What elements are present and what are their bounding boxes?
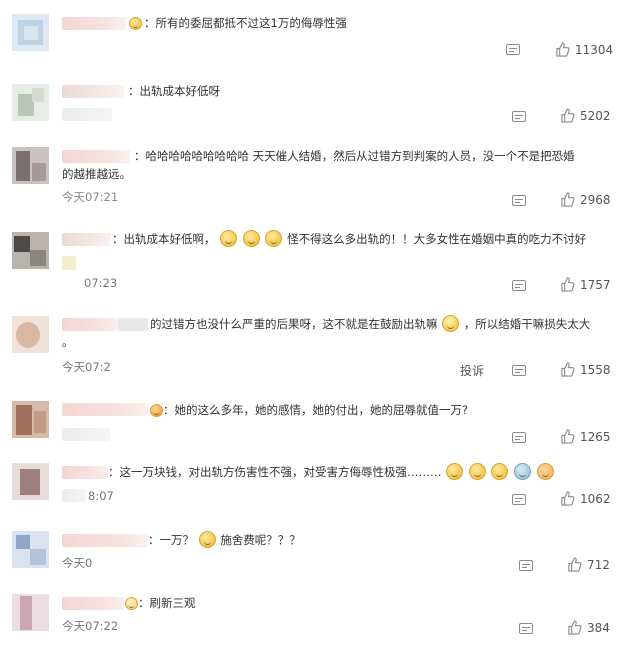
thumbs-up-icon[interactable] <box>567 620 582 635</box>
avatar[interactable] <box>12 14 49 51</box>
timestamp-blur <box>62 489 86 502</box>
thumbs-up-icon[interactable] <box>560 491 575 506</box>
smile-emoji-icon <box>125 597 138 610</box>
timestamp: 07:23 <box>84 276 118 290</box>
thumbs-up-icon[interactable] <box>560 277 575 292</box>
username[interactable] <box>62 85 124 98</box>
username[interactable] <box>62 17 126 30</box>
like-count: 712 <box>587 558 610 572</box>
thumbs-up-icon[interactable] <box>560 108 575 123</box>
timestamp <box>62 108 112 121</box>
comment-text: ：她的这么多年，她的感情，她的付出，她的屈辱就值一万? <box>163 403 469 417</box>
smile-emoji-icon <box>491 463 509 480</box>
comment-icon[interactable] <box>512 111 526 122</box>
smile-emoji-icon <box>446 463 464 480</box>
avatar[interactable] <box>12 531 49 568</box>
like-count: 11304 <box>575 43 614 57</box>
like-count: 2968 <box>580 193 611 207</box>
smile-emoji-icon <box>150 404 163 417</box>
username[interactable] <box>62 233 110 246</box>
comment-text: ：一万？ 施舍费呢？？？ <box>148 531 301 548</box>
smile-emoji-icon <box>242 230 260 247</box>
smile-emoji-icon <box>198 531 216 548</box>
thumbs-up-icon[interactable] <box>560 362 575 377</box>
like-count: 1558 <box>580 363 611 377</box>
comment-icon[interactable] <box>519 560 533 571</box>
avatar[interactable] <box>12 232 49 269</box>
avatar[interactable] <box>12 84 49 121</box>
comment-text: ：这一万块钱，对出轨方伤害性不强，对受害方侮辱性极强……… <box>108 463 620 481</box>
smile-emoji-icon <box>220 230 238 247</box>
username[interactable] <box>62 318 118 331</box>
smile-emoji-icon <box>442 315 460 332</box>
like-count: 384 <box>587 621 610 635</box>
like-count: 1757 <box>580 278 611 292</box>
avatar[interactable] <box>12 401 49 438</box>
timestamp: 今天07:2 <box>62 360 111 374</box>
comment-text-line2: 。 <box>62 335 74 349</box>
like-count: 5202 <box>580 109 611 123</box>
comment-icon[interactable] <box>512 195 526 206</box>
timestamp: 今天07:21 <box>62 190 119 204</box>
smile-emoji-icon <box>514 463 532 480</box>
avatar[interactable] <box>12 147 49 184</box>
timestamp: 今天0 <box>62 556 93 570</box>
comment-text: ：出轨成本好低呀 <box>128 84 220 98</box>
thumbs-up-icon[interactable] <box>555 42 570 57</box>
report-link[interactable]: 投诉 <box>460 362 484 379</box>
smile-emoji-icon <box>468 463 486 480</box>
thumbs-up-icon[interactable] <box>567 557 582 572</box>
comment-text: ：哈哈哈哈哈哈哈哈哈 天天催人结婚，然后从过错方到判案的人员，没一个不是把恐婚 <box>134 149 575 163</box>
like-count: 1265 <box>580 430 611 444</box>
timestamp <box>62 428 110 441</box>
timestamp-blur <box>62 256 76 270</box>
username[interactable] <box>62 534 148 547</box>
comment-icon[interactable] <box>506 44 520 55</box>
avatar[interactable] <box>12 463 49 500</box>
comment-icon[interactable] <box>512 280 526 291</box>
smile-emoji-icon <box>536 463 554 480</box>
timestamp: 今天07:22 <box>62 619 119 633</box>
username[interactable] <box>62 597 124 610</box>
thumbs-up-icon[interactable] <box>560 192 575 207</box>
username[interactable] <box>62 150 130 163</box>
username-blur <box>118 318 148 331</box>
comment-icon[interactable] <box>512 494 526 505</box>
thumbs-up-icon[interactable] <box>560 429 575 444</box>
username[interactable] <box>62 403 148 416</box>
comment-icon[interactable] <box>512 432 526 443</box>
timestamp: 8:07 <box>88 489 114 503</box>
smile-emoji-icon <box>265 230 283 247</box>
comment-text: ：所有的委屈都抵不过这1万的侮辱性强 <box>144 16 347 30</box>
comment-text-line2: 的越推越远。 <box>62 167 131 181</box>
username[interactable] <box>62 466 108 479</box>
comment-text: 的过错方也没什么严重的后果呀，这不就是在鼓励出轨嘛 ，所以结婚干嘛损失太大 <box>150 315 591 332</box>
comment-text: ：刷新三观 <box>138 596 196 610</box>
avatar[interactable] <box>12 316 49 353</box>
comment-icon[interactable] <box>519 623 533 634</box>
like-count: 1062 <box>580 492 611 506</box>
comment-icon[interactable] <box>512 365 526 376</box>
avatar[interactable] <box>12 594 49 631</box>
comment-text: ：出轨成本好低啊， 怪不得这么多出轨的！！大多女性在婚姻中真的吃力不讨好 <box>112 230 587 247</box>
smile-emoji-icon <box>129 17 142 30</box>
